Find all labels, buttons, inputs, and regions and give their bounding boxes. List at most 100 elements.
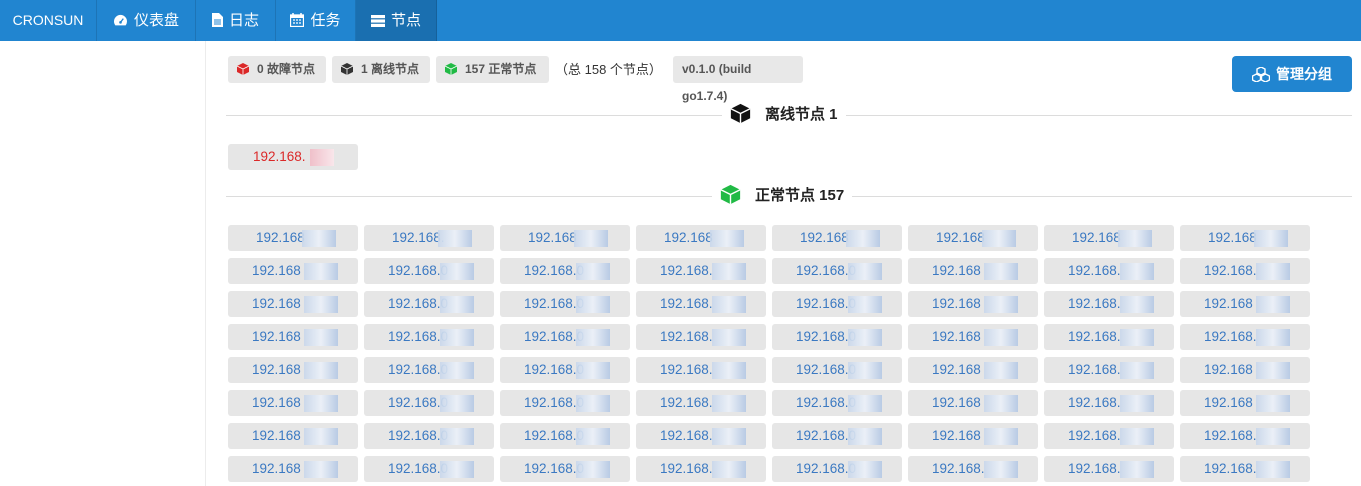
normal-node[interactable]: 192.168: [636, 225, 766, 251]
normal-node[interactable]: 192.168: [228, 423, 358, 449]
normal-node[interactable]: 192.168.: [636, 258, 766, 284]
redacted-mask: [984, 329, 1018, 346]
top-nav: CRONSUN 仪表盘 日志 任务 节点: [0, 0, 1361, 41]
normal-node[interactable]: 192.168: [908, 258, 1038, 284]
normal-node[interactable]: 192.168.: [636, 357, 766, 383]
normal-node[interactable]: 192.168: [228, 225, 358, 251]
normal-node[interactable]: 192.168.0: [772, 357, 902, 383]
normal-node[interactable]: 192.168.0: [364, 324, 494, 350]
normal-node[interactable]: 192.168.: [908, 456, 1038, 482]
normal-node[interactable]: 192.168: [908, 225, 1038, 251]
normal-node[interactable]: 192.168.: [1180, 423, 1310, 449]
node-ip: 192.168: [932, 428, 981, 443]
normal-node[interactable]: 192.168: [1180, 357, 1310, 383]
normal-node[interactable]: 192.168.0: [772, 258, 902, 284]
node-ip: 192.168: [664, 230, 713, 245]
normal-node[interactable]: 192.168.0: [364, 423, 494, 449]
node-ip: 192.168: [1204, 362, 1253, 377]
node-ip: 192.168: [252, 362, 301, 377]
normal-node[interactable]: 192.168: [1180, 291, 1310, 317]
offline-nodes-text: 1 离线节点: [361, 62, 420, 76]
normal-node[interactable]: 192.168.: [1180, 258, 1310, 284]
normal-node[interactable]: 192.168: [228, 291, 358, 317]
normal-node[interactable]: 192.168: [1180, 390, 1310, 416]
normal-node[interactable]: 192.168.: [1044, 291, 1174, 317]
normal-node[interactable]: 192.168: [228, 357, 358, 383]
normal-node[interactable]: 192.168.0: [364, 357, 494, 383]
redacted-mask: [304, 296, 338, 313]
normal-nodes-label[interactable]: 157 正常节点: [436, 56, 549, 83]
redacted-mask: [438, 230, 472, 247]
normal-node[interactable]: 192.168.0: [500, 456, 630, 482]
normal-node[interactable]: 192.168: [228, 324, 358, 350]
normal-node[interactable]: 192.168.: [364, 225, 494, 251]
nav-item-jobs[interactable]: 任务: [276, 0, 356, 41]
normal-node[interactable]: 192.168.0: [500, 423, 630, 449]
normal-node[interactable]: 192.168: [500, 225, 630, 251]
redacted-mask: [712, 263, 746, 280]
redacted-mask: [440, 362, 474, 379]
normal-node[interactable]: 192.168.: [1044, 324, 1174, 350]
redacted-mask: [1256, 461, 1290, 478]
normal-node[interactable]: 192.168.0: [500, 291, 630, 317]
normal-node[interactable]: 192.168: [908, 423, 1038, 449]
nav-item-nodes[interactable]: 节点: [356, 0, 437, 41]
redacted-mask: [984, 428, 1018, 445]
redacted-mask: [984, 296, 1018, 313]
black-cube-icon: [730, 103, 751, 124]
manage-groups-button[interactable]: 管理分组: [1232, 56, 1352, 92]
redacted-mask: [1256, 329, 1290, 346]
normal-node[interactable]: 192.168.0: [772, 390, 902, 416]
normal-node[interactable]: 192.168.0: [772, 423, 902, 449]
normal-node[interactable]: 192.168.: [1044, 456, 1174, 482]
normal-node[interactable]: 192.168.: [1044, 357, 1174, 383]
normal-node[interactable]: 192.168.0: [500, 357, 630, 383]
normal-node[interactable]: 192.168.: [1180, 324, 1310, 350]
normal-node[interactable]: 192.168.0: [772, 291, 902, 317]
normal-node[interactable]: 192.168.: [636, 324, 766, 350]
fault-nodes-label[interactable]: 0 故障节点: [228, 56, 326, 83]
normal-node[interactable]: 192.168: [228, 258, 358, 284]
normal-node[interactable]: 192.168.0: [500, 258, 630, 284]
node-ip: 192.168: [252, 395, 301, 410]
nav-item-logs[interactable]: 日志: [196, 0, 276, 41]
normal-node[interactable]: 192.168: [908, 357, 1038, 383]
normal-node[interactable]: 192.168.0: [364, 291, 494, 317]
node-ip: 192.168: [256, 230, 305, 245]
normal-node[interactable]: 192.168: [1044, 225, 1174, 251]
normal-node[interactable]: 192.168.: [1044, 423, 1174, 449]
normal-node[interactable]: 192.168: [1180, 225, 1310, 251]
normal-node[interactable]: 192.168: [908, 324, 1038, 350]
redacted-mask: [304, 263, 338, 280]
node-ip: 192.168: [800, 230, 849, 245]
offline-node[interactable]: 192.168.: [228, 144, 358, 170]
normal-node[interactable]: 192.168.: [636, 456, 766, 482]
redacted-mask: [1120, 329, 1154, 346]
normal-node[interactable]: 192.168: [908, 291, 1038, 317]
normal-node[interactable]: 192.168: [772, 225, 902, 251]
normal-node[interactable]: 192.168.0: [772, 456, 902, 482]
nav-item-label: 节点: [390, 12, 421, 29]
normal-node[interactable]: 192.168.0: [772, 324, 902, 350]
normal-node[interactable]: 192.168.: [1180, 456, 1310, 482]
normal-node[interactable]: 192.168.: [636, 291, 766, 317]
normal-node[interactable]: 192.168.0: [364, 390, 494, 416]
redacted-mask: [440, 296, 474, 313]
normal-node[interactable]: 192.168.0: [364, 456, 494, 482]
redacted-mask: [1118, 230, 1152, 247]
normal-node[interactable]: 192.168.: [1044, 258, 1174, 284]
normal-node[interactable]: 192.168.: [636, 390, 766, 416]
normal-node[interactable]: 192.168.: [1044, 390, 1174, 416]
normal-node[interactable]: 192.168.: [636, 423, 766, 449]
normal-node[interactable]: 192.168.0: [500, 390, 630, 416]
normal-node[interactable]: 192.168.0: [364, 258, 494, 284]
normal-node[interactable]: 192.168.0: [500, 324, 630, 350]
brand-logo[interactable]: CRONSUN: [0, 0, 97, 41]
normal-node[interactable]: 192.168: [228, 456, 358, 482]
normal-node[interactable]: 192.168: [228, 390, 358, 416]
normal-node[interactable]: 192.168: [908, 390, 1038, 416]
offline-section-title: 离线节点 1: [722, 103, 846, 127]
nav-item-dashboard[interactable]: 仪表盘: [97, 0, 196, 41]
offline-nodes-label[interactable]: 1 离线节点: [332, 56, 430, 83]
redacted-mask: [848, 362, 882, 379]
